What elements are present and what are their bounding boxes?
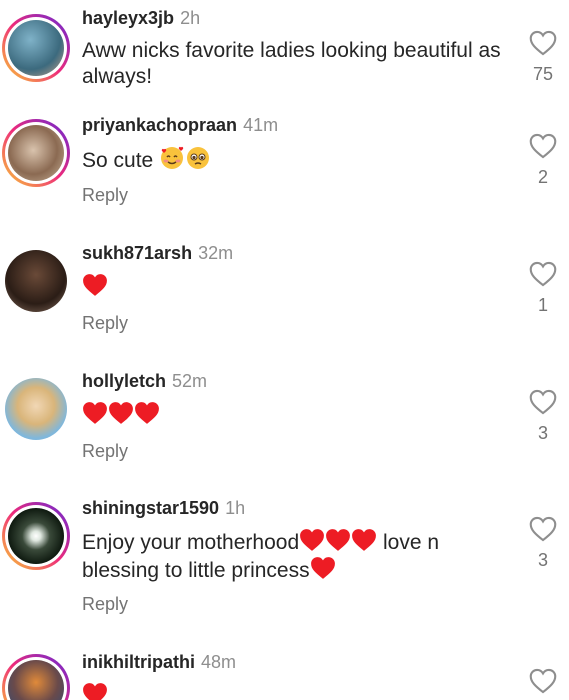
username-text[interactable]: inikhiltripathi <box>82 652 195 672</box>
like-button[interactable]: 3 <box>528 516 558 571</box>
heart-outline-icon[interactable] <box>529 30 557 56</box>
heart-outline-icon[interactable] <box>529 133 557 159</box>
like-button[interactable]: 3 <box>528 389 558 444</box>
like-button[interactable]: 2 <box>528 133 558 188</box>
comment-list: hayleyx3jb 2h Aww nicks favorite ladies l… <box>0 0 569 700</box>
red-heart-icon <box>326 529 351 551</box>
comment-item: hollyletch 52m Reply 3 <box>0 371 569 481</box>
red-heart-icon <box>352 529 377 551</box>
comment-item: sukh871arsh 32m Reply 1 <box>0 243 569 353</box>
avatar-photo <box>8 20 64 76</box>
comment-text-content: So cute <box>82 149 160 172</box>
comment-item: shiningstar1590 1h Enjoy your motherhood … <box>0 498 569 623</box>
comment-item: inikhiltripathi 48m <box>0 652 569 700</box>
comment-text: Aww nicks favorite ladies looking beauti… <box>82 39 501 88</box>
username-text[interactable]: shiningstar1590 <box>82 498 219 518</box>
heart-outline-icon[interactable] <box>529 668 557 694</box>
reply-button[interactable]: Reply <box>82 441 128 462</box>
avatar[interactable] <box>2 14 70 82</box>
comment-username[interactable]: inikhiltripathi 48m <box>82 652 236 673</box>
red-heart-icon <box>135 402 159 424</box>
avatar[interactable] <box>2 502 70 570</box>
pleading-face-icon <box>187 147 210 169</box>
like-count: 3 <box>537 423 548 443</box>
avatar[interactable] <box>2 375 70 443</box>
username-text[interactable]: priyankachopraan <box>82 115 237 135</box>
avatar-photo <box>5 378 67 440</box>
comment-item: hayleyx3jb 2h Aww nicks favorite ladies l… <box>0 8 569 108</box>
avatar-photo <box>8 660 64 700</box>
heart-outline-icon[interactable] <box>529 389 557 415</box>
reply-button[interactable]: Reply <box>82 313 128 334</box>
comment-username[interactable]: sukh871arsh 32m <box>82 243 233 264</box>
reply-button[interactable]: Reply <box>82 185 128 206</box>
avatar-photo <box>8 508 64 564</box>
heart-outline-icon[interactable] <box>529 261 557 287</box>
comment-text <box>82 401 512 429</box>
like-button[interactable]: 75 <box>528 30 558 85</box>
red-heart-icon <box>109 402 133 424</box>
comment-text: So cute <box>82 145 512 174</box>
comment-username[interactable]: hayleyx3jb 2h <box>82 8 200 29</box>
red-heart-icon <box>83 683 107 700</box>
comment-time: 1h <box>225 498 246 518</box>
comment-time: 2h <box>180 8 201 28</box>
username-text[interactable]: sukh871arsh <box>82 243 192 263</box>
like-button[interactable]: 1 <box>528 261 558 316</box>
avatar-photo <box>8 125 64 181</box>
smiling-face-with-hearts-icon <box>161 146 184 169</box>
like-count: 2 <box>537 167 548 187</box>
username-text[interactable]: hollyletch <box>82 371 166 391</box>
avatar[interactable] <box>2 119 70 187</box>
comment-text <box>82 273 512 301</box>
avatar-photo <box>5 250 67 312</box>
like-count: 3 <box>537 550 548 570</box>
like-count: 75 <box>532 64 554 84</box>
comment-username[interactable]: shiningstar1590 1h <box>82 498 245 519</box>
comment-text: Enjoy your motherhood love n blessing to… <box>82 528 512 584</box>
heart-outline-icon[interactable] <box>529 516 557 542</box>
comment-item: priyankachopraan 41m So cute Reply 2 <box>0 115 569 225</box>
red-heart-icon <box>83 402 107 424</box>
comment-text <box>82 682 512 700</box>
comment-time: 52m <box>172 371 208 391</box>
comment-time: 41m <box>243 115 279 135</box>
comment-username[interactable]: priyankachopraan 41m <box>82 115 278 136</box>
avatar[interactable] <box>2 654 70 700</box>
comment-username[interactable]: hollyletch 52m <box>82 371 207 392</box>
comment-time: 32m <box>198 243 234 263</box>
username-text[interactable]: hayleyx3jb <box>82 8 174 28</box>
like-count: 1 <box>537 295 548 315</box>
red-heart-icon <box>310 557 335 579</box>
like-button[interactable] <box>528 668 558 694</box>
red-heart-icon <box>300 529 325 551</box>
reply-button[interactable]: Reply <box>82 594 128 615</box>
comment-time: 48m <box>201 652 237 672</box>
red-heart-icon <box>83 274 107 296</box>
avatar[interactable] <box>2 247 70 315</box>
comment-text-content: Enjoy your motherhood <box>82 531 300 554</box>
